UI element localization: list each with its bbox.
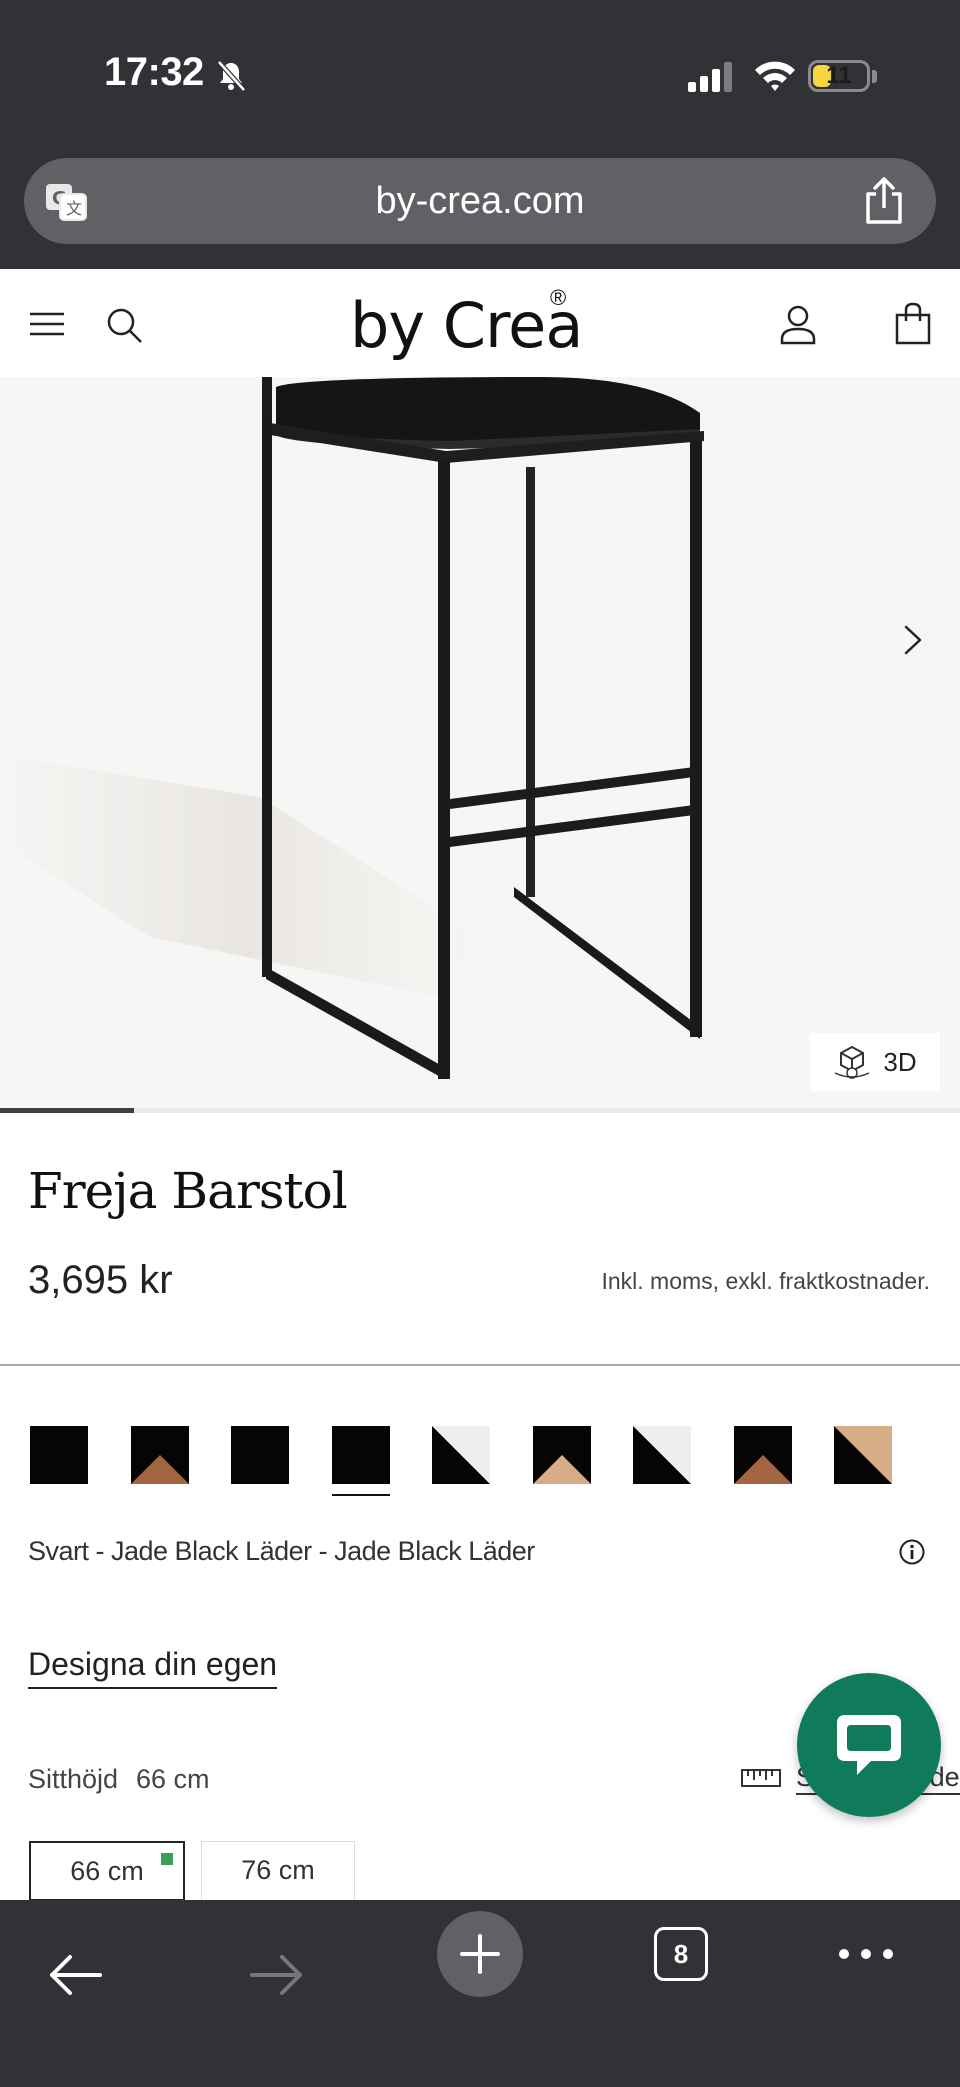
gallery-progress-fill [0,1108,135,1113]
view-3d-button[interactable]: 3D [810,1033,940,1091]
color-swatches [30,1426,930,1496]
forward-arrow-icon[interactable] [248,1952,306,1998]
menu-icon[interactable] [28,309,66,339]
logo-registered-mark: ® [550,285,567,310]
design-your-own-link[interactable]: Designa din egen [28,1646,278,1689]
shopping-bag-icon[interactable] [894,301,932,345]
browser-toolbar: 8 [0,1900,960,2087]
product-title: Freja Barstol [28,1162,348,1220]
tabs-icon[interactable]: 8 [654,1927,708,1981]
plus-icon [460,1934,500,1974]
address-bar[interactable]: G 文 by-crea.com [24,158,936,244]
ruler-icon [741,1769,781,1787]
battery-level: 11 [826,62,852,89]
wifi-icon [755,61,795,91]
gallery-progress-bar [0,1108,960,1113]
search-icon[interactable] [104,305,144,345]
cube-3d-icon [835,1045,870,1079]
in-stock-indicator [161,1853,173,1865]
bell-slash-icon [217,60,246,92]
size-option-76[interactable]: 76 cm [201,1841,355,1901]
site-header: by Crea ® [0,269,960,378]
size-option-66[interactable]: 66 cm [29,1841,185,1901]
browser-address-area: G 文 by-crea.com [0,145,960,269]
battery-nub [872,70,877,83]
product-gallery[interactable]: 3D [0,377,960,1112]
color-swatch[interactable] [633,1426,691,1484]
color-swatch[interactable] [432,1426,490,1484]
selected-color-name: Svart - Jade Black Läder - Jade Black Lä… [28,1536,535,1566]
size-option-label: 76 cm [241,1855,315,1885]
size-option-label: 66 cm [70,1856,144,1886]
seat-height-label: Sitthöjd [28,1764,119,1794]
chat-bubble-icon [837,1715,901,1775]
status-bar: 17:32 11 [0,0,960,145]
account-icon[interactable] [778,303,818,345]
url-text: by-crea.com [375,180,585,222]
color-swatch[interactable] [532,1426,591,1484]
section-divider [0,1364,960,1366]
color-swatch[interactable] [30,1426,88,1484]
more-icon[interactable] [836,1944,896,1964]
back-arrow-icon[interactable] [46,1952,104,1998]
status-time: 17:32 [104,50,204,94]
product-image [10,377,704,1079]
view-3d-label: 3D [883,1046,917,1077]
chevron-right-icon[interactable] [896,615,930,665]
seat-height-value: 66 cm [136,1764,210,1794]
color-swatch[interactable] [834,1426,892,1484]
price-note: Inkl. moms, exkl. fraktkostnader. [601,1268,930,1294]
product-price: 3,695 kr [28,1258,173,1302]
chat-button[interactable] [797,1673,941,1817]
site-logo[interactable]: by Crea [350,289,583,362]
battery-icon: 11 [808,60,870,92]
color-swatch[interactable] [733,1426,792,1484]
info-icon[interactable] [898,1538,926,1566]
share-icon[interactable] [862,176,906,226]
selected-swatch-indicator [331,1494,390,1496]
color-swatch[interactable] [331,1426,390,1484]
cellular-signal-icon [688,62,732,92]
color-swatch[interactable] [231,1426,289,1484]
new-tab-button[interactable] [437,1911,523,1997]
color-swatch[interactable] [130,1426,189,1484]
